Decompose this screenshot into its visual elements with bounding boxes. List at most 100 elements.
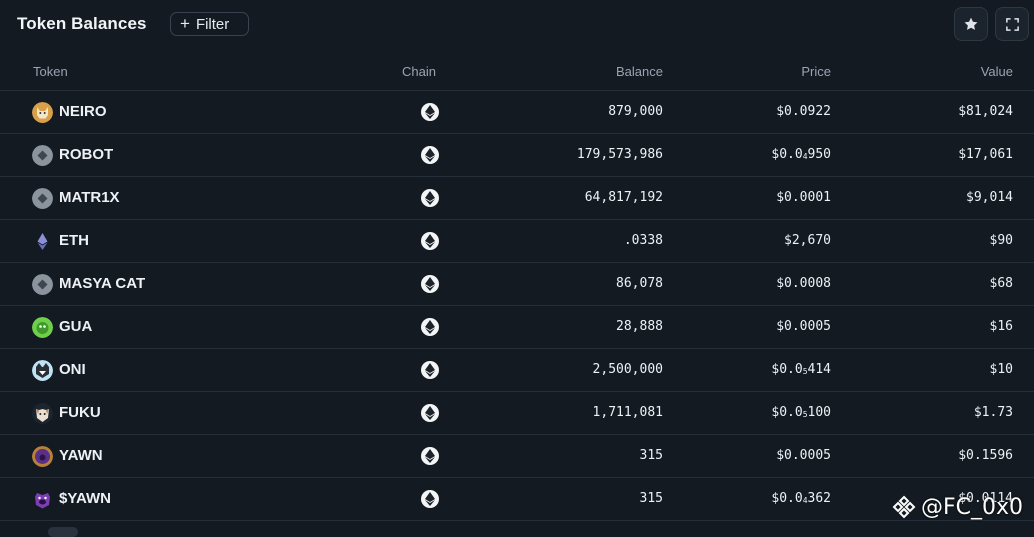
price-cell: $0.04950	[771, 147, 831, 162]
oni-cat-icon	[32, 360, 53, 381]
price-main: $0.0	[771, 362, 803, 377]
token-name[interactable]: MASYA CAT	[59, 275, 145, 292]
generic-token-icon	[32, 188, 53, 209]
table-row[interactable]: FUKU 1,711,081 $0.05100 $1.73	[0, 392, 1034, 435]
price-cell: $0.04362	[771, 491, 831, 506]
price-main: $0.0922	[776, 104, 831, 119]
filter-button[interactable]: + Filter	[170, 12, 249, 36]
value-cell: $16	[989, 319, 1013, 334]
table-row[interactable]: MASYA CAT 86,078 $0.0008 $68	[0, 263, 1034, 306]
favorite-button[interactable]	[954, 7, 988, 41]
price-main: $0.0005	[776, 448, 831, 463]
balance-cell: 315	[639, 448, 663, 463]
price-main: $0.0001	[776, 190, 831, 205]
price-cell: $0.05414	[771, 362, 831, 377]
price-digits: 362	[807, 491, 831, 506]
table-row[interactable]: GUA 28,888 $0.0005 $16	[0, 306, 1034, 349]
price-cell: $0.0008	[776, 276, 831, 291]
price-main: $2,670	[784, 233, 831, 248]
table-row[interactable]: MATR1X 64,817,192 $0.0001 $9,014	[0, 177, 1034, 220]
table-row[interactable]: $YAWN 315 $0.04362 $0.0114	[0, 478, 1034, 521]
balance-cell: 879,000	[608, 104, 663, 119]
token-name[interactable]: GUA	[59, 318, 92, 335]
token-name[interactable]: ETH	[59, 232, 89, 249]
expand-icon	[1005, 17, 1019, 31]
token-name[interactable]: NEIRO	[59, 103, 107, 120]
value-cell: $10	[989, 362, 1013, 377]
balance-cell: .0338	[623, 233, 663, 248]
table-row[interactable]: NEIRO 879,000 $0.0922 $81,024	[0, 91, 1034, 134]
ethereum-chain-icon	[421, 318, 439, 336]
ethereum-chain-icon	[421, 361, 439, 379]
ethereum-chain-icon	[421, 189, 439, 207]
balance-cell: 1,711,081	[592, 405, 663, 420]
price-main: $0.0008	[776, 276, 831, 291]
token-name[interactable]: FUKU	[59, 404, 101, 421]
value-cell: $9,014	[966, 190, 1013, 205]
ethereum-icon	[32, 231, 53, 252]
ethereum-chain-icon	[421, 404, 439, 422]
balance-cell: 2,500,000	[592, 362, 663, 377]
price-digits: 100	[807, 405, 831, 420]
value-cell: $17,061	[958, 147, 1013, 162]
balance-cell: 28,888	[616, 319, 663, 334]
table-row[interactable]: ONI 2,500,000 $0.05414 $10	[0, 349, 1034, 392]
watermark: @FC_0x0	[891, 494, 1023, 520]
column-header-balance[interactable]: Balance	[616, 64, 663, 79]
value-cell: $90	[989, 233, 1013, 248]
table-row[interactable]: ETH .0338 $2,670 $90	[0, 220, 1034, 263]
price-digits: 414	[807, 362, 831, 377]
token-name[interactable]: $YAWN	[59, 490, 111, 507]
value-cell: $68	[989, 276, 1013, 291]
watermark-text: @FC_0x0	[921, 494, 1024, 520]
table-row[interactable]: ROBOT 179,573,986 $0.04950 $17,061	[0, 134, 1034, 177]
balance-cell: 64,817,192	[584, 190, 663, 205]
price-cell: $0.0001	[776, 190, 831, 205]
price-digits: 950	[807, 147, 831, 162]
generic-token-icon	[32, 274, 53, 295]
fuku-dog-icon	[32, 403, 53, 424]
price-cell: $0.05100	[771, 405, 831, 420]
balance-cell: 179,573,986	[576, 147, 663, 162]
token-name[interactable]: YAWN	[59, 447, 103, 464]
price-cell: $2,670	[784, 233, 831, 248]
balance-cell: 315	[639, 491, 663, 506]
token-name[interactable]: ROBOT	[59, 146, 113, 163]
binance-logo-icon	[892, 495, 916, 519]
fullscreen-button[interactable]	[995, 7, 1029, 41]
ethereum-chain-icon	[421, 275, 439, 293]
neiro-dog-icon	[32, 102, 53, 123]
column-header-token[interactable]: Token	[33, 64, 68, 79]
scroll-indicator[interactable]	[48, 527, 78, 537]
column-header-value[interactable]: Value	[981, 64, 1013, 79]
column-header-price[interactable]: Price	[801, 64, 831, 79]
price-cell: $0.0005	[776, 448, 831, 463]
table-row[interactable]: YAWN 315 $0.0005 $0.1596	[0, 435, 1034, 478]
value-cell: $81,024	[958, 104, 1013, 119]
yawn-purple-icon	[32, 446, 53, 467]
price-cell: $0.0005	[776, 319, 831, 334]
balance-cell: 86,078	[616, 276, 663, 291]
value-cell: $1.73	[973, 405, 1013, 420]
value-cell: $0.1596	[958, 448, 1013, 463]
token-name[interactable]: ONI	[59, 361, 86, 378]
ethereum-chain-icon	[421, 232, 439, 250]
price-main: $0.0005	[776, 319, 831, 334]
plus-icon: +	[180, 14, 190, 33]
ethereum-chain-icon	[421, 490, 439, 508]
ethereum-chain-icon	[421, 447, 439, 465]
token-name[interactable]: MATR1X	[59, 189, 120, 206]
star-icon	[964, 17, 978, 30]
price-main: $0.0	[771, 405, 803, 420]
price-main: $0.0	[771, 147, 803, 162]
gua-green-icon	[32, 317, 53, 338]
ethereum-chain-icon	[421, 103, 439, 121]
generic-token-icon	[32, 145, 53, 166]
price-main: $0.0	[771, 491, 803, 506]
page-title: Token Balances	[17, 14, 147, 33]
filter-label: Filter	[195, 15, 230, 33]
panel-header: Token Balances + Filter	[0, 0, 1034, 50]
price-cell: $0.0922	[776, 104, 831, 119]
ethereum-chain-icon	[421, 146, 439, 164]
column-header-chain[interactable]: Chain	[402, 64, 436, 79]
